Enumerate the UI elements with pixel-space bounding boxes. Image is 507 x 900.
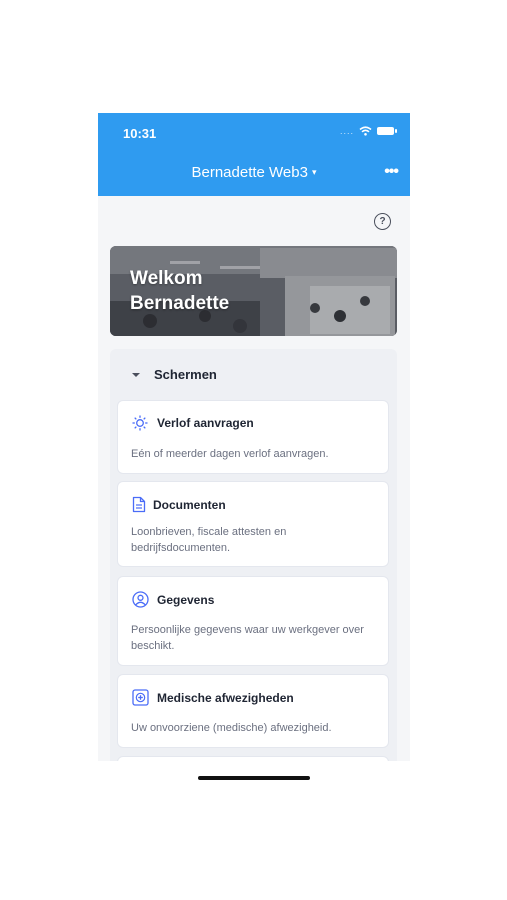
welcome-line: Welkom [130,268,203,289]
page: 10:31 .... Bernadette Web3 ▾ ••• ? Welko… [0,0,507,900]
list-item-gegevens[interactable]: Gegevens Persoonlijke gegevens waar uw w… [118,577,388,665]
caret-down-icon [132,372,140,377]
list-item-documenten[interactable]: Documenten Loonbrieven, fiscale attesten… [118,482,388,566]
phone-screen: 10:31 .... Bernadette Web3 ▾ ••• ? Welko… [98,113,410,761]
item-title: Verlof aanvragen [157,416,254,430]
item-title: Gegevens [157,592,215,607]
signal-icon: .... [339,126,354,136]
welcome-text: Welkom Bernadette [130,266,229,316]
home-indicator[interactable] [198,776,310,780]
help-icon[interactable]: ? [374,213,391,230]
sun-icon [132,415,148,431]
list-item-partial[interactable] [118,757,388,761]
chevron-down-icon: ▾ [311,167,317,177]
welcome-banner: Welkom Bernadette [110,246,397,336]
status-icons: .... [339,126,397,136]
wifi-icon [359,126,372,136]
item-description: Persoonlijke gegevens waar uw werkgever … [131,624,364,652]
app-title: Bernadette Web3 [191,164,308,181]
item-title: Documenten [153,497,226,512]
person-icon [132,591,149,608]
more-options-icon[interactable]: ••• [384,163,399,181]
item-description: Eén of meerder dagen verlof aanvragen. [131,448,329,460]
document-icon [132,496,146,513]
medical-icon [132,689,149,706]
item-description: Loonbrieven, fiscale attesten en bedrijf… [131,526,287,554]
section-title: Schermen [154,367,217,382]
item-title: Medische afwezigheden [157,690,294,705]
user-name-line: Bernadette [130,293,230,314]
item-description: Uw onvoorziene (medische) afwezigheid. [131,722,332,734]
status-time: 10:31 [123,126,157,141]
list-item-medische-afwezigheden[interactable]: Medische afwezigheden Uw onvoorziene (me… [118,675,388,747]
top-bar: 10:31 .... Bernadette Web3 ▾ ••• [98,113,410,196]
screens-section: Schermen Verlof aanvragen Eén of meerder… [110,349,397,761]
battery-icon [377,127,397,135]
list-item-verlof[interactable]: Verlof aanvragen Eén of meerder dagen ve… [118,401,388,473]
section-toggle[interactable]: Schermen [110,367,217,382]
workspace-switcher[interactable]: Bernadette Web3 ▾ [98,164,410,181]
